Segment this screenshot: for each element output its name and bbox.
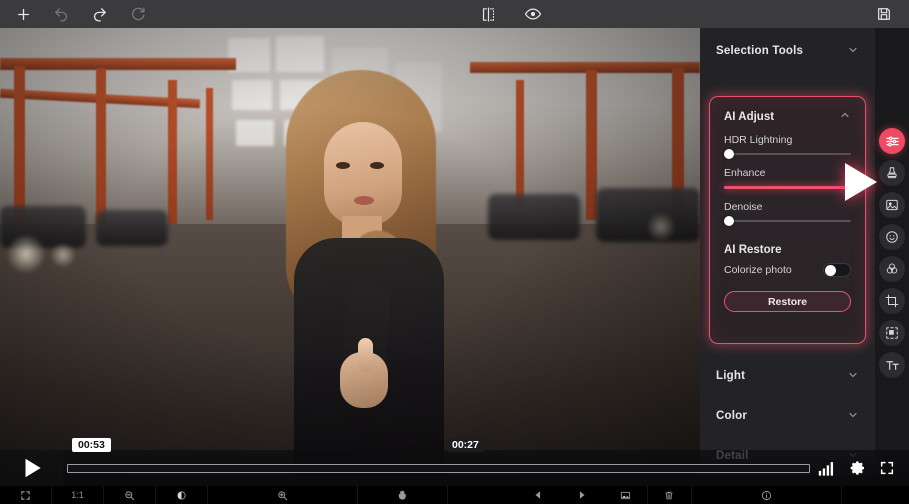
thumbnail-icon[interactable] <box>604 486 648 504</box>
slider-knob[interactable] <box>724 216 734 226</box>
sidebar-item-selection-tools[interactable]: Selection Tools <box>700 28 875 74</box>
fit-screen-icon[interactable] <box>0 486 52 504</box>
info-icon[interactable] <box>692 486 842 504</box>
hand-tool-icon[interactable] <box>358 486 448 504</box>
stamp-icon[interactable] <box>879 160 905 186</box>
compare-split-icon[interactable] <box>478 3 500 25</box>
hover-time-tooltip: 00:53 <box>72 438 111 452</box>
video-player-bar: 00:53 00:27 <box>0 438 909 486</box>
colorize-photo-label: Colorize photo <box>724 264 792 276</box>
ai-restore-label: AI Restore <box>724 244 782 256</box>
selection-tools-label: Selection Tools <box>716 45 804 57</box>
zoom-ratio-label[interactable]: 1:1 <box>52 486 104 504</box>
smiley-icon[interactable] <box>879 224 905 250</box>
colorize-photo-row: Colorize photo <box>710 256 865 277</box>
light-label: Light <box>716 370 746 382</box>
slider-label-enhance: Enhance <box>724 167 766 179</box>
adjustments-panel: Selection Tools AI Adjust HDR Lightning … <box>700 28 875 476</box>
color-wheel-icon[interactable] <box>879 256 905 282</box>
image-icon[interactable] <box>879 192 905 218</box>
chevron-down-icon <box>847 44 859 59</box>
play-button[interactable] <box>0 450 63 486</box>
edited-photo <box>0 28 700 476</box>
zoom-out-icon[interactable] <box>104 486 156 504</box>
preview-eye-icon[interactable] <box>522 3 544 25</box>
photo-editor-window: Selection Tools AI Adjust HDR Lightning … <box>0 0 909 504</box>
bottom-status-toolbar: 1:1 <box>0 486 909 504</box>
current-time-label: 00:27 <box>447 438 484 452</box>
delete-icon[interactable] <box>648 486 692 504</box>
settings-gear-icon[interactable] <box>850 460 866 476</box>
slider-label-denoise: Denoise <box>724 201 763 213</box>
text-icon[interactable] <box>879 352 905 378</box>
quality-bars-icon[interactable] <box>818 461 837 476</box>
chevron-down-icon <box>847 369 859 384</box>
restore-button[interactable]: Restore <box>724 291 851 312</box>
reset-icon[interactable] <box>126 3 148 25</box>
ai-adjust-header[interactable]: AI Adjust <box>710 97 865 128</box>
slider-denoise[interactable] <box>724 216 851 226</box>
next-arrow-icon[interactable] <box>560 486 604 504</box>
slider-knob[interactable] <box>724 149 734 159</box>
ai-adjust-label: AI Adjust <box>724 110 775 123</box>
crop-icon[interactable] <box>879 288 905 314</box>
undo-icon[interactable] <box>50 3 72 25</box>
resize-select-icon[interactable] <box>879 320 905 346</box>
photo-canvas[interactable] <box>0 28 700 476</box>
prev-arrow-icon[interactable] <box>516 486 560 504</box>
slider-label-hdr-lightning: HDR Lightning <box>724 134 793 146</box>
save-icon[interactable] <box>873 3 895 25</box>
top-toolbar <box>0 0 909 28</box>
chevron-down-icon <box>847 409 859 424</box>
fullscreen-icon[interactable] <box>879 460 895 476</box>
ai-adjust-card: AI Adjust HDR Lightning Enhance Denoise <box>709 96 866 344</box>
tool-rail <box>875 28 909 476</box>
slider-enhance[interactable] <box>724 186 851 189</box>
zoom-in-icon[interactable] <box>208 486 358 504</box>
chevron-up-icon <box>839 109 851 124</box>
redo-icon[interactable] <box>88 3 110 25</box>
color-label: Color <box>716 410 748 422</box>
brightness-icon[interactable] <box>156 486 208 504</box>
slider-hdr-lightning[interactable] <box>724 149 851 159</box>
colorize-photo-toggle[interactable] <box>823 263 851 277</box>
progress-bar[interactable] <box>67 463 810 473</box>
add-icon[interactable] <box>12 3 34 25</box>
adjust-sliders-icon[interactable] <box>879 128 905 154</box>
